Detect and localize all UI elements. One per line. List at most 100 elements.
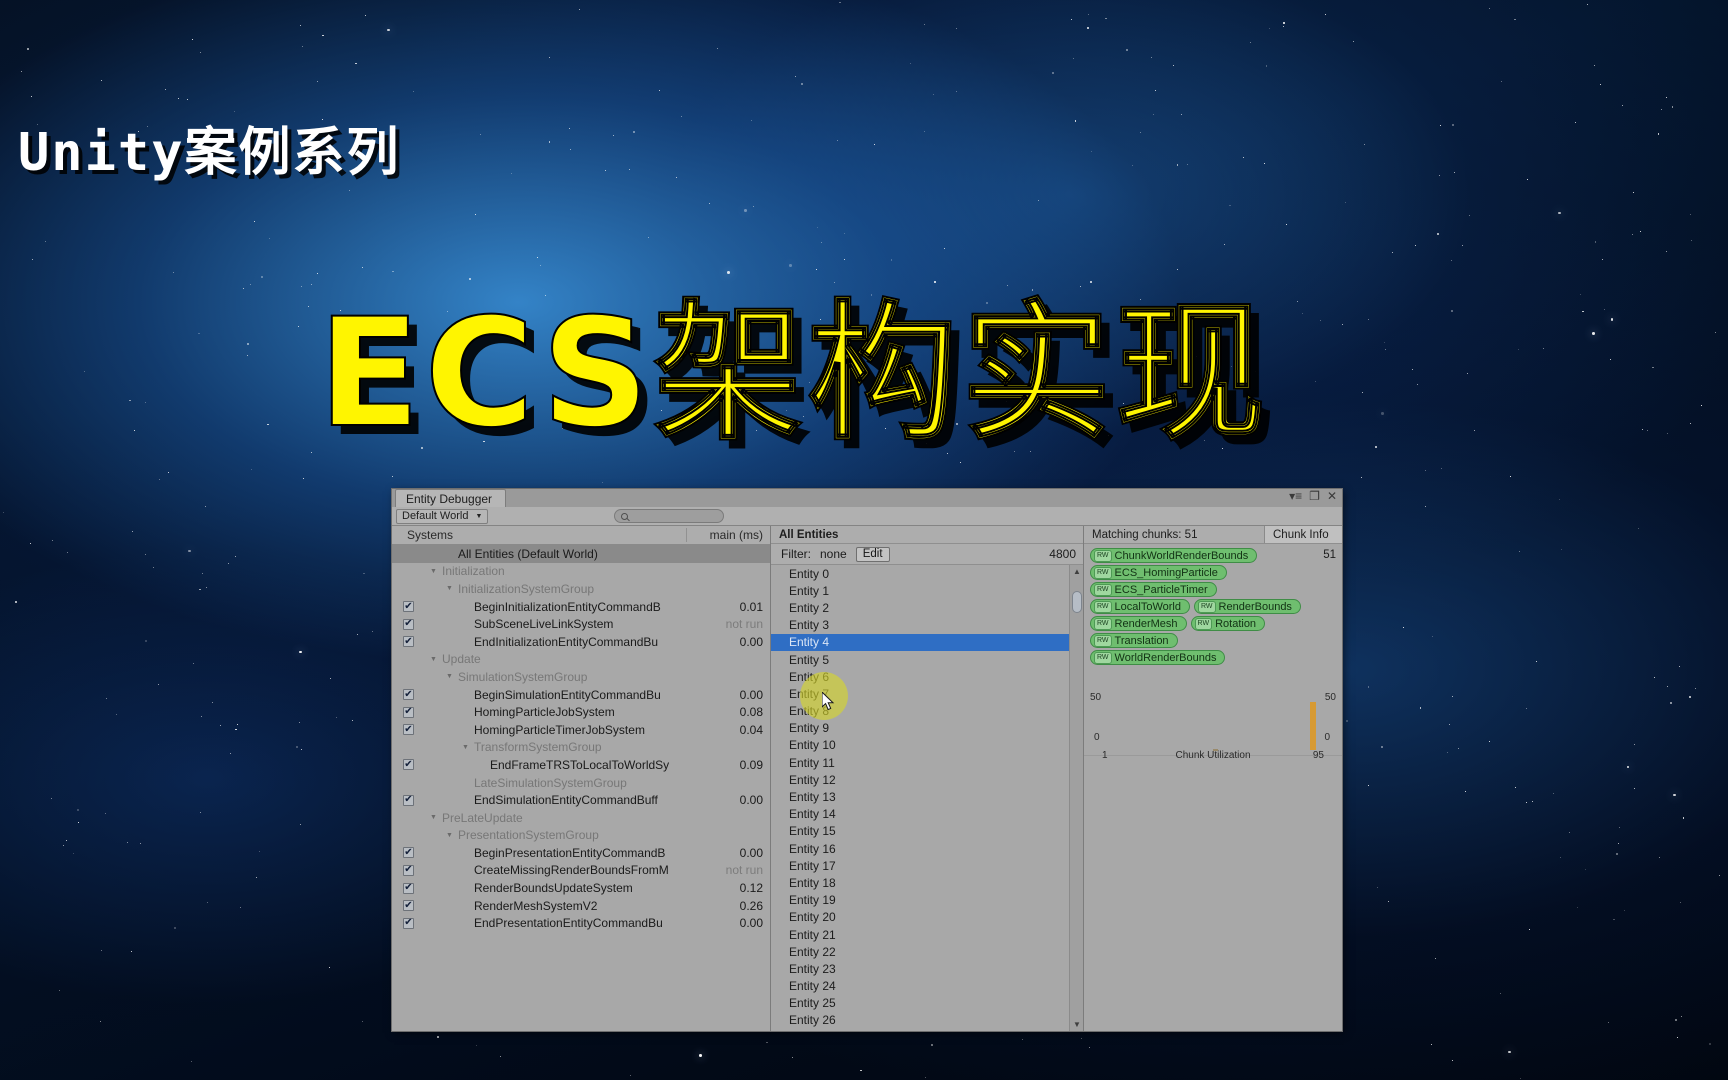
entity-list-item[interactable]: Entity 17 <box>771 857 1069 874</box>
system-name: SubSceneLiveLinkSystem <box>474 617 614 632</box>
system-row[interactable]: LateSimulationSystemGroup <box>392 774 770 792</box>
system-row[interactable]: ✔ CreateMissingRenderBoundsFromM not run <box>392 862 770 880</box>
system-row[interactable]: ▼ Initialization <box>392 563 770 581</box>
system-row[interactable]: ✔ BeginInitializationEntityCommandB 0.01 <box>392 598 770 616</box>
system-enabled-checkbox[interactable]: ✔ <box>403 724 414 736</box>
close-icon[interactable]: ✕ <box>1327 490 1337 502</box>
system-row[interactable]: ✔ EndPresentationEntityCommandBu 0.00 <box>392 914 770 932</box>
system-enabled-checkbox[interactable]: ✔ <box>403 864 414 876</box>
entity-list-item[interactable]: Entity 5 <box>771 651 1069 668</box>
component-tag[interactable]: RW Translation <box>1090 633 1178 648</box>
disclosure-triangle-icon[interactable]: ▼ <box>446 673 453 680</box>
entity-list-item[interactable]: Entity 14 <box>771 806 1069 823</box>
read-write-badge: RW <box>1094 549 1112 562</box>
disclosure-triangle-icon[interactable]: ▼ <box>430 568 437 575</box>
system-row[interactable]: ✔ EndInitializationEntityCommandBu 0.00 <box>392 633 770 651</box>
world-selector[interactable]: Default World ▼ <box>396 508 489 524</box>
system-enabled-checkbox[interactable]: ✔ <box>403 601 414 613</box>
panel-menu-icon[interactable]: ▾≡ <box>1289 490 1302 502</box>
system-row[interactable]: ✔ HomingParticleJobSystem 0.08 <box>392 703 770 721</box>
entity-list-item[interactable]: Entity 0 <box>771 565 1069 582</box>
chunk-utilization-histogram: 50 0 50 0 1 Chunk Utilization 95 <box>1084 692 1342 772</box>
system-enabled-checkbox[interactable]: ✔ <box>403 900 414 912</box>
entities-scrollbar[interactable]: ▲ ▼ <box>1069 565 1083 1031</box>
system-row[interactable]: ✔ RenderMeshSystemV2 0.26 <box>392 897 770 915</box>
component-tag[interactable]: RW RenderMesh <box>1090 616 1187 631</box>
system-enabled-checkbox[interactable]: ✔ <box>403 882 414 894</box>
read-write-badge: RW <box>1094 566 1112 579</box>
system-row[interactable]: ▼ SimulationSystemGroup <box>392 668 770 686</box>
systems-list[interactable]: All Entities (Default World) ▼ Initializat… <box>392 545 770 1031</box>
entity-list-item[interactable]: Entity 13 <box>771 788 1069 805</box>
entity-list-item[interactable]: Entity 2 <box>771 599 1069 616</box>
entity-list-item[interactable]: Entity 12 <box>771 771 1069 788</box>
entity-list-item[interactable]: Entity 15 <box>771 823 1069 840</box>
entity-list-item[interactable]: Entity 21 <box>771 926 1069 943</box>
systems-col-name[interactable]: Systems <box>392 528 686 542</box>
system-row[interactable]: All Entities (Default World) <box>392 545 770 563</box>
system-row[interactable]: ▼ PresentationSystemGroup <box>392 827 770 845</box>
component-tag[interactable]: RW LocalToWorld <box>1090 599 1190 614</box>
entity-list-item[interactable]: Entity 9 <box>771 720 1069 737</box>
entity-list-item[interactable]: Entity 27 <box>771 1029 1069 1032</box>
scroll-down-icon[interactable]: ▼ <box>1070 1018 1083 1031</box>
edit-filter-button[interactable]: Edit <box>855 546 890 562</box>
system-enabled-checkbox[interactable]: ✔ <box>403 759 414 771</box>
entity-list-item[interactable]: Entity 26 <box>771 1012 1069 1029</box>
system-enabled-checkbox[interactable]: ✔ <box>403 618 414 630</box>
disclosure-triangle-icon[interactable]: ▼ <box>446 832 453 839</box>
entity-list-item[interactable]: Entity 22 <box>771 943 1069 960</box>
system-row[interactable]: ✔ SubSceneLiveLinkSystem not run <box>392 615 770 633</box>
entity-list-item[interactable]: Entity 24 <box>771 978 1069 995</box>
system-enabled-checkbox[interactable]: ✔ <box>403 636 414 648</box>
entity-list-item[interactable]: Entity 25 <box>771 995 1069 1012</box>
system-row[interactable]: ✔ EndSimulationEntityCommandBuff 0.00 <box>392 791 770 809</box>
component-tag[interactable]: RW RenderBounds <box>1194 599 1301 614</box>
component-tag-row: RW ChunkWorldRenderBounds <box>1090 548 1342 563</box>
entities-list[interactable]: Entity 0 Entity 1 Entity 2 Entity 3 Entity 4… <box>771 565 1069 1031</box>
entity-list-item[interactable]: Entity 4 <box>771 633 1069 651</box>
disclosure-triangle-icon[interactable]: ▼ <box>430 814 437 821</box>
system-row[interactable]: ▼ PreLateUpdate <box>392 809 770 827</box>
entity-list-item[interactable]: Entity 1 <box>771 582 1069 599</box>
entity-list-item[interactable]: Entity 10 <box>771 737 1069 754</box>
disclosure-triangle-icon[interactable]: ▼ <box>430 656 437 663</box>
system-row[interactable]: ✔ HomingParticleTimerJobSystem 0.04 <box>392 721 770 739</box>
disclosure-triangle-icon[interactable]: ▼ <box>446 585 453 592</box>
component-tag[interactable]: RW ChunkWorldRenderBounds <box>1090 548 1258 563</box>
system-row[interactable]: ✔ EndFrameTRSToLocalToWorldSy 0.09 <box>392 756 770 774</box>
component-tag[interactable]: RW Rotation <box>1190 616 1266 631</box>
systems-col-time[interactable]: main (ms) <box>686 528 770 542</box>
entity-list-item[interactable]: Entity 23 <box>771 960 1069 977</box>
tab-entity-debugger[interactable]: Entity Debugger <box>395 489 507 507</box>
maximize-icon[interactable]: ❐ <box>1309 490 1320 502</box>
system-enabled-checkbox[interactable]: ✔ <box>403 794 414 806</box>
entity-list-item[interactable]: Entity 18 <box>771 874 1069 891</box>
component-tag[interactable]: RW WorldRenderBounds <box>1090 650 1226 665</box>
component-tag[interactable]: RW ECS_HomingParticle <box>1090 565 1227 580</box>
disclosure-triangle-icon[interactable]: ▼ <box>462 744 469 751</box>
system-name: BeginPresentationEntityCommandB <box>474 845 666 860</box>
tab-chunk-info[interactable]: Chunk Info <box>1264 526 1342 543</box>
entity-list-item[interactable]: Entity 19 <box>771 892 1069 909</box>
entity-list-item[interactable]: Entity 20 <box>771 909 1069 926</box>
system-row[interactable]: ▼ InitializationSystemGroup <box>392 580 770 598</box>
system-enabled-checkbox[interactable]: ✔ <box>403 847 414 859</box>
system-enabled-checkbox[interactable]: ✔ <box>403 917 414 929</box>
search-input[interactable] <box>614 509 725 523</box>
entity-list-item[interactable]: Entity 11 <box>771 754 1069 771</box>
component-tag[interactable]: RW ECS_ParticleTimer <box>1090 582 1217 597</box>
scroll-up-icon[interactable]: ▲ <box>1070 565 1083 578</box>
entity-list-item[interactable]: Entity 3 <box>771 617 1069 634</box>
system-row[interactable]: ✔ RenderBoundsUpdateSystem 0.12 <box>392 879 770 897</box>
system-row[interactable]: ▼ Update <box>392 651 770 669</box>
system-enabled-checkbox[interactable]: ✔ <box>403 706 414 718</box>
scrollbar-thumb[interactable] <box>1072 591 1082 613</box>
histogram-bar <box>1310 702 1316 750</box>
entity-list-item[interactable]: Entity 16 <box>771 840 1069 857</box>
system-row[interactable]: ✔ BeginSimulationEntityCommandBu 0.00 <box>392 686 770 704</box>
component-tag-label: RenderMesh <box>1114 617 1178 630</box>
system-row[interactable]: ✔ BeginPresentationEntityCommandB 0.00 <box>392 844 770 862</box>
system-row[interactable]: ▼ TransformSystemGroup <box>392 739 770 757</box>
system-enabled-checkbox[interactable]: ✔ <box>403 689 414 701</box>
